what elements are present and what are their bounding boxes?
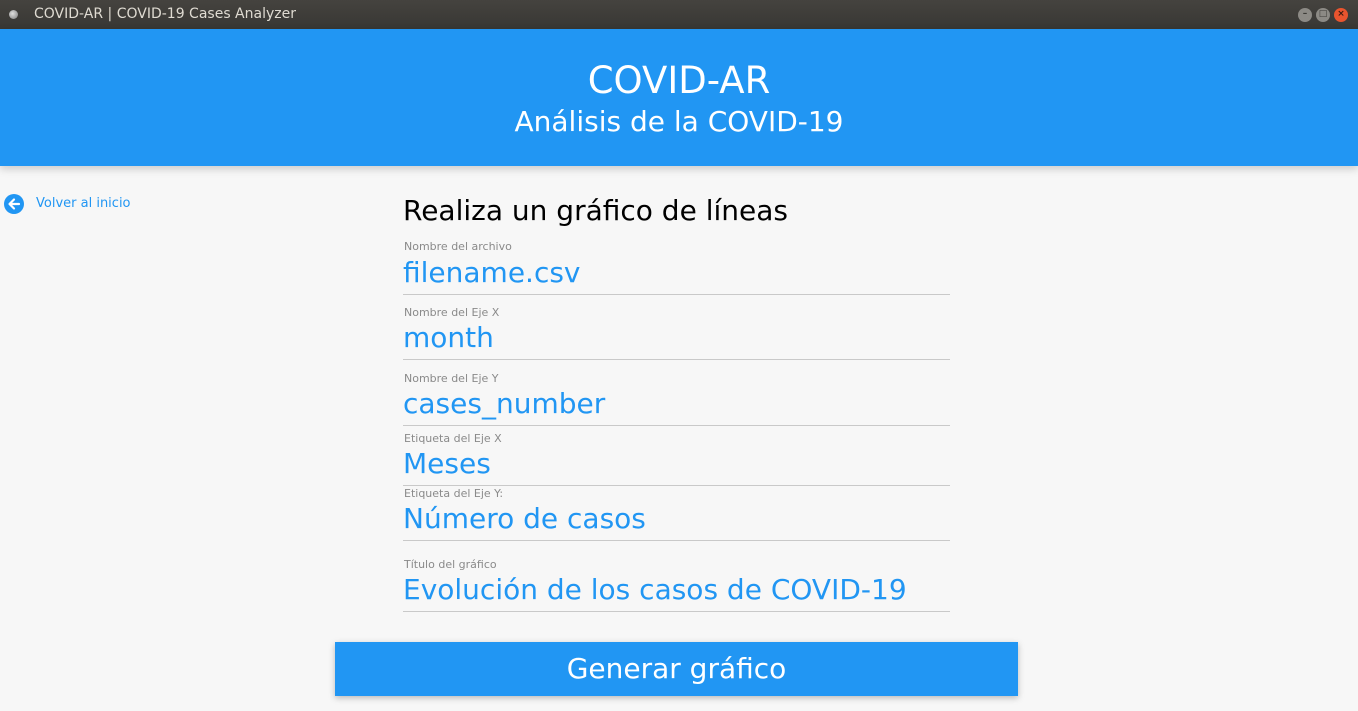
x-axis-name-label: Nombre del Eje X	[404, 306, 500, 319]
x-axis-label-field[interactable]: Etiqueta del Eje X Meses	[403, 432, 950, 488]
chart-title-field[interactable]: Título del gráfico Evolución de los caso…	[403, 558, 950, 614]
back-link-label[interactable]: Volver al inicio	[36, 196, 131, 211]
x-axis-name-underline	[403, 359, 950, 360]
y-axis-name-field[interactable]: Nombre del Eje Y cases_number	[403, 372, 950, 428]
window-title: COVID-AR | COVID-19 Cases Analyzer	[34, 6, 296, 22]
generate-chart-button[interactable]: Generar gráfico	[335, 642, 1018, 696]
minimize-icon[interactable]: –	[1298, 8, 1312, 22]
window-titlebar: COVID-AR | COVID-19 Cases Analyzer – □ ×	[0, 0, 1358, 29]
maximize-icon[interactable]: □	[1316, 8, 1330, 22]
app-icon	[9, 10, 18, 19]
filename-field[interactable]: Nombre del archivo filename.csv	[403, 240, 950, 296]
y-axis-label-underline	[403, 540, 950, 541]
y-axis-name-label: Nombre del Eje Y	[404, 372, 499, 385]
form-title: Realiza un gráfico de líneas	[403, 194, 788, 227]
x-axis-label-label: Etiqueta del Eje X	[404, 432, 502, 445]
filename-input[interactable]: filename.csv	[403, 256, 581, 289]
y-axis-name-input[interactable]: cases_number	[403, 387, 605, 420]
x-axis-name-input[interactable]: month	[403, 321, 494, 354]
filename-label: Nombre del archivo	[404, 240, 512, 253]
y-axis-label-label: Etiqueta del Eje Y:	[404, 487, 504, 500]
y-axis-label-field[interactable]: Etiqueta del Eje Y: Número de casos	[403, 487, 950, 543]
chart-title-label: Título del gráfico	[404, 558, 497, 571]
y-axis-label-input[interactable]: Número de casos	[403, 502, 646, 535]
x-axis-name-field[interactable]: Nombre del Eje X month	[403, 306, 950, 362]
arrow-left-icon[interactable]	[4, 194, 24, 214]
y-axis-name-underline	[403, 425, 950, 426]
app-title: COVID-AR	[587, 59, 771, 102]
filename-underline	[403, 294, 950, 295]
chart-title-underline	[403, 611, 950, 612]
chart-title-input[interactable]: Evolución de los casos de COVID-19	[403, 573, 907, 606]
close-icon[interactable]: ×	[1334, 8, 1348, 22]
app-subtitle: Análisis de la COVID-19	[514, 105, 844, 138]
x-axis-label-input[interactable]: Meses	[403, 447, 491, 480]
x-axis-label-underline	[403, 485, 950, 486]
app-header: COVID-AR Análisis de la COVID-19	[0, 29, 1358, 166]
